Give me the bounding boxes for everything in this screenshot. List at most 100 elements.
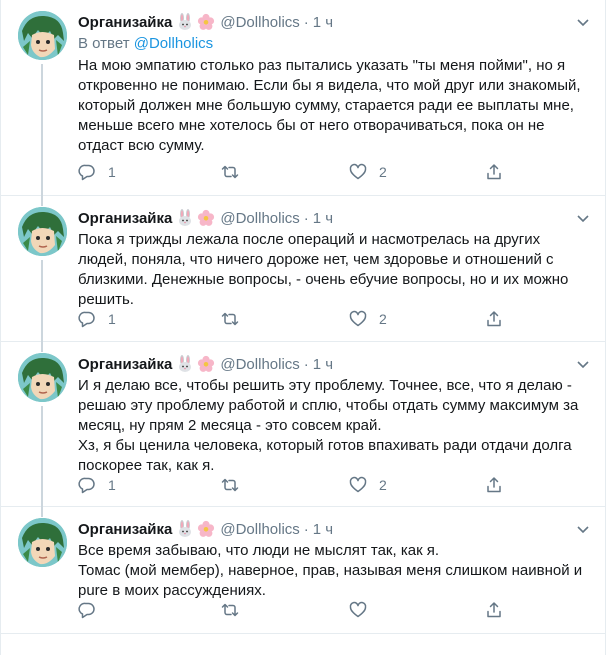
tweet-text: Пока я трижды лежала после операций и на… bbox=[78, 230, 591, 310]
reply-count: 1 bbox=[108, 477, 116, 493]
like-count: 2 bbox=[379, 311, 387, 327]
retweet-button[interactable] bbox=[221, 601, 251, 619]
reply-to-handle-link[interactable]: @Dollholics bbox=[134, 35, 213, 52]
tweet-time[interactable]: 1 ч bbox=[313, 356, 333, 373]
share-button[interactable] bbox=[485, 601, 503, 619]
emoji-group bbox=[176, 209, 215, 227]
tweet-text-line: Пока я трижды лежала после операций и на… bbox=[78, 231, 541, 248]
avatar[interactable] bbox=[18, 353, 67, 402]
avatar-cartoon-icon bbox=[18, 11, 67, 60]
chevron-down-icon bbox=[577, 526, 589, 534]
rabbit-face-icon bbox=[179, 209, 192, 226]
tweet-text-line: pure в моих рассуждениях. bbox=[78, 582, 266, 599]
tweet-time[interactable]: 1 ч bbox=[313, 210, 333, 227]
cherry-blossom-icon bbox=[198, 520, 215, 537]
rabbit-face-icon bbox=[179, 355, 192, 372]
rabbit-face-icon bbox=[179, 520, 192, 537]
like-button[interactable]: 2 bbox=[349, 310, 387, 328]
share-button[interactable] bbox=[485, 163, 503, 181]
rabbit-face-icon bbox=[179, 13, 192, 30]
avatar[interactable] bbox=[18, 11, 67, 60]
cherry-blossom-icon bbox=[198, 13, 215, 30]
tweet-header: Организайка @Dollholics · 1 ч bbox=[78, 354, 591, 374]
retweet-button[interactable] bbox=[221, 310, 251, 328]
reply-count: 1 bbox=[108, 311, 116, 327]
thread-line bbox=[41, 507, 43, 517]
avatar[interactable] bbox=[18, 518, 67, 567]
separator-dot: · bbox=[303, 520, 309, 538]
share-button[interactable] bbox=[485, 476, 503, 494]
emoji-group bbox=[176, 355, 215, 373]
more-options-button[interactable] bbox=[575, 521, 591, 537]
reply-icon bbox=[78, 477, 95, 494]
separator-dot: · bbox=[303, 209, 309, 227]
retweet-icon bbox=[221, 603, 239, 617]
tweet-text: И я делаю все, чтобы решить эту проблему… bbox=[78, 376, 591, 476]
tweet-text-line: И я делаю все, чтобы решить эту проблему… bbox=[78, 377, 572, 394]
author-name[interactable]: Организайка bbox=[78, 356, 172, 373]
tweet-actions: 1 2 bbox=[78, 476, 508, 496]
author-name[interactable]: Организайка bbox=[78, 210, 172, 227]
tweet-text-line: Хз, я бы ценила человека, который готов … bbox=[78, 437, 572, 454]
tweet-actions: 1 2 bbox=[78, 310, 508, 330]
thread-line bbox=[41, 260, 43, 342]
replying-to: В ответ @Dollholics bbox=[78, 34, 591, 54]
tweet-text: На мою эмпатию столько раз пытались указ… bbox=[78, 56, 591, 156]
heart-icon bbox=[349, 163, 367, 180]
reply-icon bbox=[78, 602, 95, 619]
like-count: 2 bbox=[379, 477, 387, 493]
author-name[interactable]: Организайка bbox=[78, 521, 172, 538]
author-handle[interactable]: @Dollholics bbox=[220, 521, 299, 538]
more-options-button[interactable] bbox=[575, 210, 591, 226]
avatar-cartoon-icon bbox=[18, 353, 67, 402]
emoji-group bbox=[176, 520, 215, 538]
reply-button[interactable] bbox=[78, 601, 108, 619]
reply-button[interactable]: 1 bbox=[78, 163, 116, 181]
tweet-content: Организайка @Dollholics bbox=[78, 208, 591, 310]
reply-icon bbox=[78, 311, 95, 328]
tweet-text-line: поскорее так, как я. bbox=[78, 457, 215, 474]
tweet-thread: Организайка @Dollholics · 1 ч В ответ @D… bbox=[0, 0, 606, 655]
tweet-text: Все время забываю, что люди не мыслят та… bbox=[78, 541, 591, 601]
reply-count: 1 bbox=[108, 164, 116, 180]
separator-dot: · bbox=[303, 355, 309, 373]
chevron-down-icon bbox=[577, 215, 589, 223]
tweet-time[interactable]: 1 ч bbox=[313, 14, 333, 31]
tweet-header: Организайка @Dollholics · 1 ч bbox=[78, 12, 591, 32]
tweet-text-line: который должен мне большую сумму, старае… bbox=[78, 97, 574, 114]
like-button[interactable]: 2 bbox=[349, 163, 387, 181]
reply-button[interactable]: 1 bbox=[78, 476, 116, 494]
tweet[interactable]: Организайка @Dollholics bbox=[1, 507, 605, 634]
share-button[interactable] bbox=[485, 310, 503, 328]
more-options-button[interactable] bbox=[575, 356, 591, 372]
retweet-button[interactable] bbox=[221, 163, 251, 181]
tweet-header: Организайка @Dollholics · 1 ч bbox=[78, 519, 591, 539]
retweet-icon bbox=[221, 478, 239, 492]
tweet-text-line: откровенно не понимаю. Если бы я видела,… bbox=[78, 77, 581, 94]
tweet-text-line: месяц, ну прям 2 месяца - это совсем кра… bbox=[78, 417, 382, 434]
avatar-cartoon-icon bbox=[18, 518, 67, 567]
like-count: 2 bbox=[379, 164, 387, 180]
tweet-text-line: Все время забываю, что люди не мыслят та… bbox=[78, 542, 440, 559]
like-button[interactable] bbox=[349, 601, 379, 619]
chevron-down-icon bbox=[577, 19, 589, 27]
author-name[interactable]: Организайка bbox=[78, 14, 172, 31]
retweet-button[interactable] bbox=[221, 476, 251, 494]
tweet[interactable]: Организайка @Dollholics bbox=[1, 196, 605, 342]
tweet-text-line: близкими. Денежные вопросы, - очень ебуч… bbox=[78, 271, 569, 288]
heart-icon bbox=[349, 476, 367, 493]
tweet[interactable]: Организайка @Dollholics bbox=[1, 342, 605, 507]
reply-button[interactable]: 1 bbox=[78, 310, 116, 328]
heart-icon bbox=[349, 310, 367, 327]
author-handle[interactable]: @Dollholics bbox=[220, 14, 299, 31]
author-handle[interactable]: @Dollholics bbox=[220, 356, 299, 373]
thread-line bbox=[41, 64, 43, 196]
tweet-time[interactable]: 1 ч bbox=[313, 521, 333, 538]
share-icon bbox=[487, 311, 501, 327]
avatar[interactable] bbox=[18, 207, 67, 256]
author-handle[interactable]: @Dollholics bbox=[220, 210, 299, 227]
like-button[interactable]: 2 bbox=[349, 476, 387, 494]
tweet[interactable]: Организайка @Dollholics bbox=[1, 0, 605, 196]
more-options-button[interactable] bbox=[575, 14, 591, 30]
heart-icon bbox=[349, 601, 367, 618]
